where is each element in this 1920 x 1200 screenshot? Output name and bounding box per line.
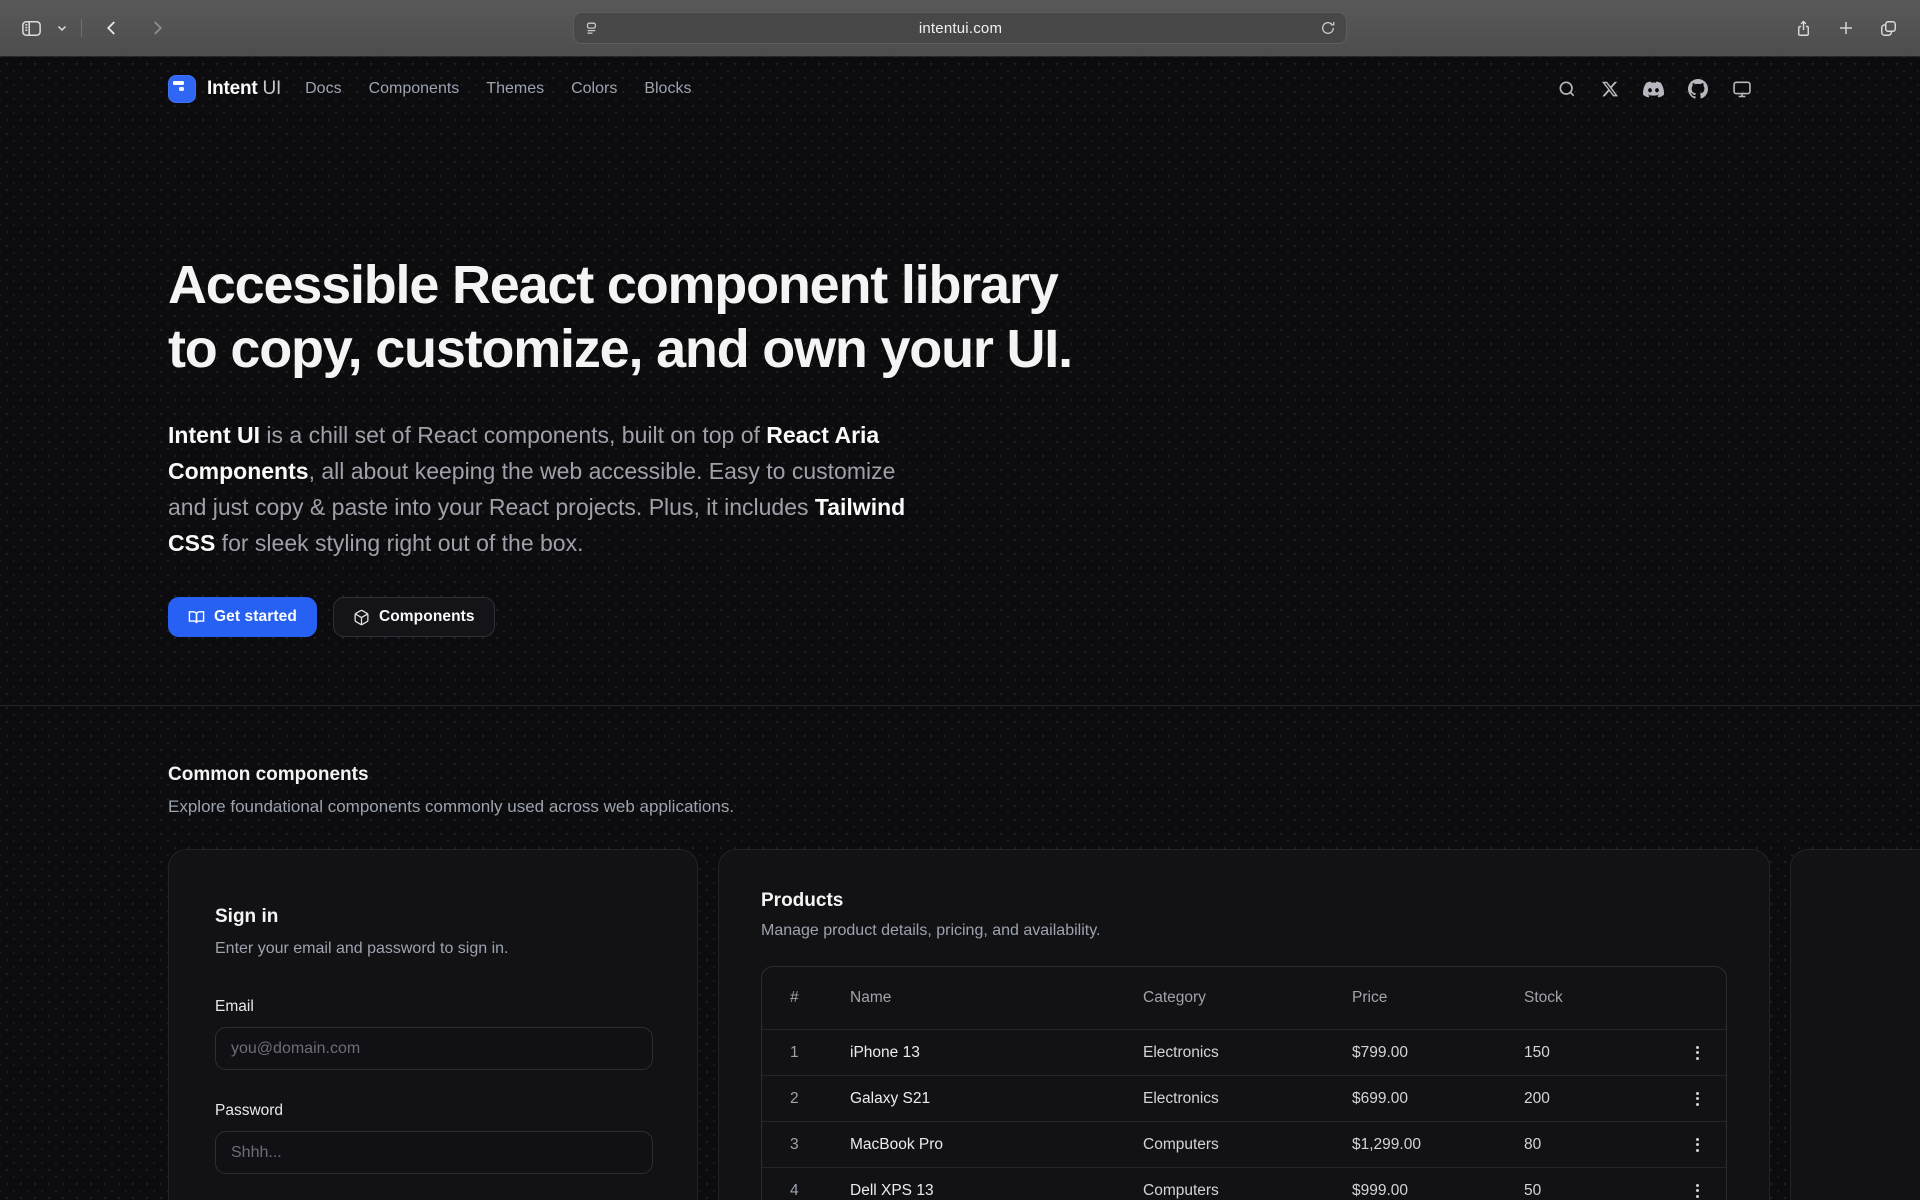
get-started-button[interactable]: Get started bbox=[168, 597, 317, 637]
chevron-down-icon bbox=[56, 22, 68, 34]
table-header-row: # Name Category Price Stock bbox=[762, 967, 1726, 1029]
table-row[interactable]: 1 iPhone 13 Electronics $799.00 150 bbox=[762, 1029, 1726, 1075]
nav-link-colors[interactable]: Colors bbox=[571, 80, 617, 98]
col-header-name: Name bbox=[850, 989, 1143, 1007]
forward-button[interactable] bbox=[148, 19, 166, 37]
table-row[interactable]: 2 Galaxy S21 Electronics $699.00 200 bbox=[762, 1075, 1726, 1121]
address-bar[interactable]: intentui.com bbox=[573, 12, 1347, 44]
nav-link-themes[interactable]: Themes bbox=[486, 80, 544, 98]
hero-description: Intent UI is a chill set of React compon… bbox=[168, 417, 936, 561]
tabs-icon bbox=[1879, 19, 1898, 38]
chevron-left-icon bbox=[103, 19, 121, 37]
page-background: IntentUI Docs Components Themes Colors B… bbox=[0, 57, 1920, 1200]
site-navbar: IntentUI Docs Components Themes Colors B… bbox=[168, 57, 1752, 103]
cube-icon bbox=[353, 609, 370, 626]
new-tab-button[interactable] bbox=[1837, 19, 1855, 37]
share-button[interactable] bbox=[1794, 19, 1813, 38]
row-actions-menu-icon[interactable] bbox=[1690, 1178, 1705, 1200]
nav-links: Docs Components Themes Colors Blocks bbox=[305, 80, 691, 98]
github-icon[interactable] bbox=[1688, 79, 1708, 99]
row-actions-menu-icon[interactable] bbox=[1690, 1040, 1705, 1066]
sidebar-icon bbox=[20, 17, 43, 40]
search-icon[interactable] bbox=[1557, 79, 1577, 99]
password-field[interactable] bbox=[215, 1131, 653, 1174]
nav-link-blocks[interactable]: Blocks bbox=[644, 80, 691, 98]
email-label: Email bbox=[215, 998, 651, 1016]
col-header-num: # bbox=[790, 989, 850, 1007]
reload-icon[interactable] bbox=[1320, 20, 1336, 36]
email-field[interactable] bbox=[215, 1027, 653, 1070]
plus-icon bbox=[1837, 19, 1855, 37]
nav-link-docs[interactable]: Docs bbox=[305, 80, 341, 98]
intent-ui-logo-icon bbox=[168, 75, 196, 103]
col-header-price: Price bbox=[1352, 989, 1524, 1007]
table-row[interactable]: 4 Dell XPS 13 Computers $999.00 50 bbox=[762, 1167, 1726, 1200]
browser-chrome: intentui.com bbox=[0, 0, 1920, 57]
brand-name: IntentUI bbox=[207, 78, 281, 100]
signin-title: Sign in bbox=[215, 906, 651, 928]
book-open-icon bbox=[188, 609, 205, 626]
url-text[interactable]: intentui.com bbox=[601, 20, 1320, 37]
sidebar-chevron-button[interactable] bbox=[56, 22, 68, 34]
tab-overview-button[interactable] bbox=[1879, 19, 1898, 38]
signin-card: Sign in Enter your email and password to… bbox=[168, 849, 698, 1200]
page-settings-icon[interactable] bbox=[584, 20, 601, 37]
toolbar-divider bbox=[81, 19, 82, 37]
chevron-right-icon bbox=[148, 19, 166, 37]
section-subtitle: Explore foundational components commonly… bbox=[168, 797, 1752, 817]
password-label: Password bbox=[215, 1102, 651, 1120]
products-description: Manage product details, pricing, and ava… bbox=[761, 922, 1727, 940]
products-table: # Name Category Price Stock 1 iPhone 13 … bbox=[761, 966, 1727, 1200]
signin-description: Enter your email and password to sign in… bbox=[215, 940, 651, 958]
x-twitter-icon[interactable] bbox=[1601, 80, 1619, 98]
products-card: Products Manage product details, pricing… bbox=[718, 849, 1770, 1200]
table-row[interactable]: 3 MacBook Pro Computers $1,299.00 80 bbox=[762, 1121, 1726, 1167]
products-title: Products bbox=[761, 890, 1727, 912]
next-component-card bbox=[1790, 849, 1920, 1200]
theme-display-icon[interactable] bbox=[1732, 79, 1752, 99]
discord-icon[interactable] bbox=[1643, 79, 1664, 100]
sidebar-toggle-button[interactable] bbox=[20, 17, 43, 40]
nav-link-components[interactable]: Components bbox=[369, 80, 460, 98]
brand-home-link[interactable]: IntentUI bbox=[168, 75, 281, 103]
share-icon bbox=[1794, 19, 1813, 38]
row-actions-menu-icon[interactable] bbox=[1690, 1086, 1705, 1112]
col-header-stock: Stock bbox=[1524, 989, 1668, 1007]
components-button[interactable]: Components bbox=[333, 597, 495, 637]
back-button[interactable] bbox=[103, 19, 121, 37]
hero-title: Accessible React component library to co… bbox=[168, 253, 1752, 381]
col-header-category: Category bbox=[1143, 989, 1352, 1007]
row-actions-menu-icon[interactable] bbox=[1690, 1132, 1705, 1158]
section-title: Common components bbox=[168, 764, 1752, 786]
